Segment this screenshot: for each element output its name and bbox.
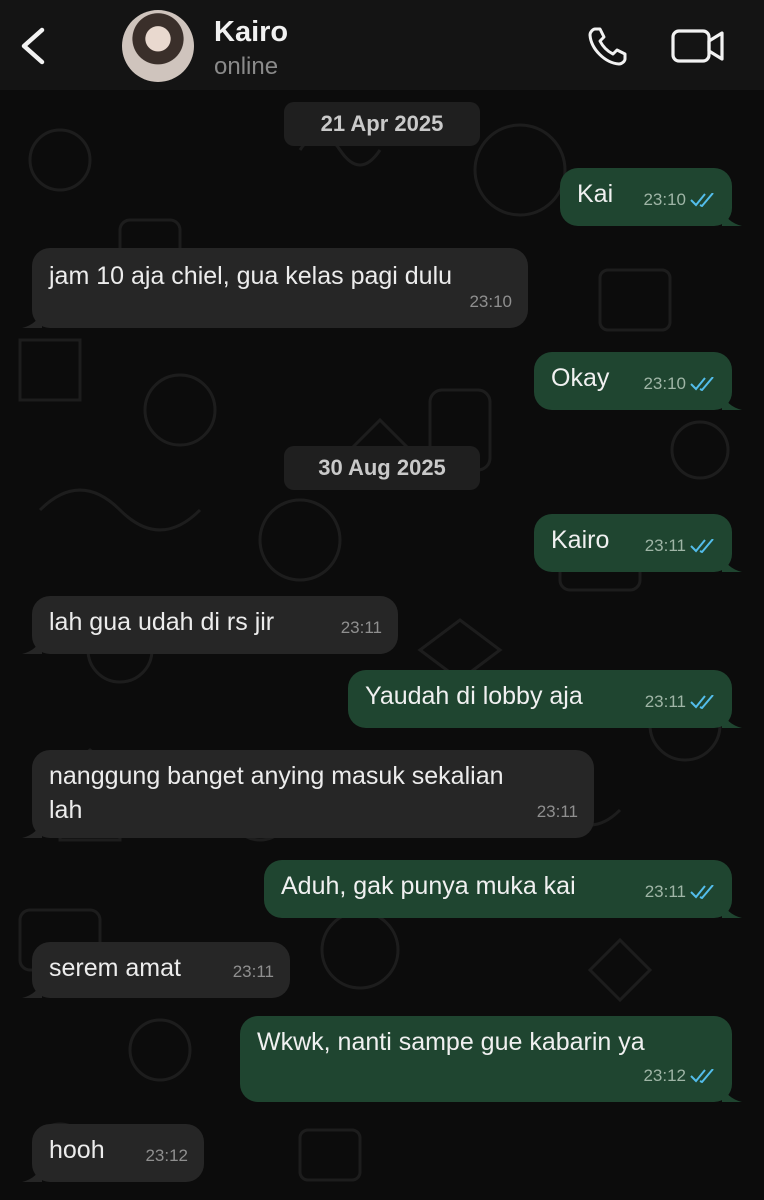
chat-header: Kairo online bbox=[0, 0, 764, 90]
message-bubble-in[interactable]: serem amat 23:11 bbox=[22, 942, 290, 998]
video-camera-icon bbox=[671, 29, 724, 63]
message-text: serem amat bbox=[49, 954, 181, 982]
message-bubble-out[interactable]: Aduh, gak punya muka kai 23:11 bbox=[264, 860, 742, 918]
message-bubble-out[interactable]: Wkwk, nanti sampe gue kabarin ya 23:12 bbox=[240, 1016, 742, 1102]
contact-name[interactable]: Kairo bbox=[214, 16, 288, 49]
message-time: 23:12 bbox=[145, 1146, 188, 1165]
double-check-icon bbox=[690, 1069, 714, 1083]
bubble-tail bbox=[22, 820, 42, 838]
message-bubble-out[interactable]: Kairo 23:11 bbox=[534, 514, 742, 572]
message-text: Kai bbox=[577, 180, 614, 208]
message-time: 23:11 bbox=[644, 536, 686, 555]
message-time: 23:10 bbox=[643, 374, 686, 393]
message-time: 23:10 bbox=[643, 190, 686, 209]
phone-icon bbox=[588, 27, 627, 66]
bubble-tail bbox=[722, 554, 742, 572]
double-check-icon bbox=[690, 539, 714, 553]
message-text: lah gua udah di rs jir bbox=[49, 608, 275, 636]
message-bubble-out[interactable]: Okay 23:10 bbox=[534, 352, 742, 410]
message-time: 23:11 bbox=[536, 802, 578, 821]
avatar[interactable] bbox=[122, 10, 194, 82]
message-text: Yaudah di lobby aja bbox=[365, 682, 583, 710]
message-text: Okay bbox=[551, 364, 610, 392]
voice-call-button[interactable] bbox=[586, 24, 630, 68]
double-check-icon bbox=[690, 193, 714, 207]
message-time: 23:11 bbox=[644, 882, 686, 901]
bubble-tail bbox=[722, 208, 742, 226]
double-check-icon bbox=[690, 377, 714, 391]
message-text: Wkwk, nanti sampe gue kabarin ya bbox=[257, 1028, 645, 1056]
message-text-line2: lah bbox=[49, 796, 83, 824]
bubble-tail bbox=[22, 636, 42, 654]
message-text: Aduh, gak punya muka kai bbox=[281, 872, 576, 900]
message-text: jam 10 aja chiel, gua kelas pagi dulu bbox=[49, 262, 453, 290]
message-time: 23:11 bbox=[340, 618, 382, 637]
message-text: Kairo bbox=[551, 526, 610, 554]
bubble-tail bbox=[22, 1164, 42, 1182]
message-bubble-in[interactable]: lah gua udah di rs jir 23:11 bbox=[22, 596, 398, 654]
message-bubble-out[interactable]: Yaudah di lobby aja 23:11 bbox=[348, 670, 742, 728]
message-text: hooh bbox=[49, 1136, 105, 1164]
message-bubble-in[interactable]: nanggung banget anying masuk sekalian la… bbox=[22, 750, 594, 838]
chat-area[interactable]: 21 Apr 2025 Kai 23:10 jam 10 aja chiel, … bbox=[0, 90, 764, 1200]
bubble-tail bbox=[722, 710, 742, 728]
message-bubble-in[interactable]: hooh 23:12 bbox=[22, 1124, 204, 1182]
message-bubble-out[interactable]: Kai 23:10 bbox=[560, 168, 742, 226]
video-call-button[interactable] bbox=[670, 26, 726, 66]
bubble-tail bbox=[722, 392, 742, 410]
contact-status: online bbox=[214, 53, 279, 80]
message-time: 23:10 bbox=[469, 292, 512, 311]
message-time: 23:12 bbox=[643, 1066, 686, 1085]
message-bubble-in[interactable]: jam 10 aja chiel, gua kelas pagi dulu 23… bbox=[22, 248, 528, 328]
message-time: 23:11 bbox=[644, 692, 686, 711]
message-time: 23:11 bbox=[232, 962, 274, 981]
chevron-left-icon bbox=[21, 27, 45, 65]
bubble-tail bbox=[722, 1084, 742, 1102]
back-button[interactable] bbox=[14, 24, 54, 68]
date-chip: 30 Aug 2025 bbox=[284, 446, 480, 490]
bubble-tail bbox=[22, 980, 42, 998]
bubble-tail bbox=[22, 310, 42, 328]
bubble-tail bbox=[722, 900, 742, 918]
double-check-icon bbox=[690, 885, 714, 899]
message-text: nanggung banget anying masuk sekalian bbox=[49, 762, 504, 790]
double-check-icon bbox=[690, 695, 714, 709]
date-chip: 21 Apr 2025 bbox=[284, 102, 480, 146]
